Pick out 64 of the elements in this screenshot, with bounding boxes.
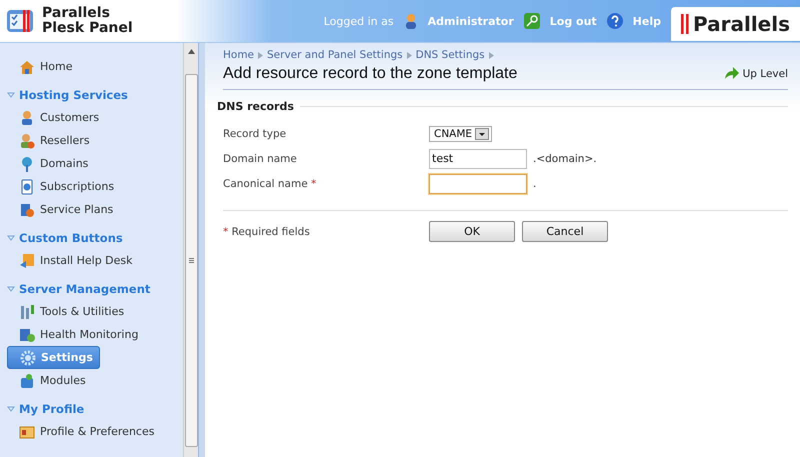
section-header[interactable]: Server Management [7,278,183,300]
sidebar-item[interactable]: Tools & Utilities [7,300,130,323]
sidebar-item[interactable]: Customers [7,106,106,129]
field-label: Canonical name * [223,178,318,190]
section-title: DNS records [217,100,294,113]
section-header[interactable]: My Profile [7,398,183,420]
form-button[interactable]: Cancel [522,221,608,242]
section-header[interactable]: Custom Buttons [7,227,183,249]
triangle-icon [488,52,494,58]
plan-icon [19,202,35,218]
required-note: * Required fields [223,226,311,238]
input-field[interactable] [429,174,527,194]
grip-icon [188,258,194,263]
arrow-icon [724,67,740,81]
globe-icon [19,156,35,172]
brand-logo: Parallels [670,7,800,41]
form-button[interactable]: OK [429,221,515,242]
caret-icon [475,128,490,140]
gear-icon [20,350,36,366]
sidebar-item[interactable]: Subscriptions [7,175,120,198]
triangle-icon [7,234,15,242]
document-icon [19,178,35,194]
house-icon [19,58,35,74]
person-icon [19,110,35,126]
sidebar-item[interactable]: Install Help Desk [7,249,139,272]
section-header[interactable]: Hosting Services [7,84,183,106]
sidebar-item[interactable]: Service Plans [7,198,120,221]
logged-in-label: Logged in as [324,14,394,28]
record-type-dropdown[interactable]: CNAME [429,126,492,142]
help-icon [606,13,623,29]
scroll-up-icon[interactable] [188,49,194,54]
sidebar-item[interactable]: Modules [7,369,92,392]
user-icon [404,13,418,29]
modules-icon [19,372,35,388]
monitor-icon [19,326,35,342]
sidebar-item[interactable]: Profile & Preferences [7,420,160,443]
field-label: Record type [223,128,288,140]
people-icon [19,132,35,148]
up-level-link[interactable]: Up Level [724,67,788,81]
key-icon [524,13,540,29]
sidebar-item[interactable]: Resellers [7,129,96,152]
field-suffix: .<domain>. [533,152,597,164]
page-title: Add resource record to the zone template [223,65,518,83]
help-desk-icon [19,252,35,268]
product-name: Plesk Panel [42,21,133,36]
breadcrumb-link[interactable]: Home [223,49,254,61]
triangle-icon [7,405,15,413]
input-field[interactable]: test [429,148,527,168]
breadcrumb-link[interactable]: Server and Panel Settings [267,49,403,61]
logo-icon [6,7,34,35]
field-label: Domain name [223,152,298,164]
triangle-icon [258,52,264,58]
triangle-icon [7,285,15,293]
scrollbar[interactable] [183,43,198,457]
sidebar-item[interactable]: Home [7,55,78,78]
triangle-icon [406,52,412,58]
tools-icon [19,304,35,320]
triangle-icon [7,91,15,99]
breadcrumb-link[interactable]: DNS Settings [416,49,485,61]
sidebar-item[interactable]: Domains [7,152,94,175]
profile-card-icon [19,424,35,440]
sidebar-item[interactable]: Health Monitoring [7,323,144,346]
product-name: Parallels [42,6,111,21]
field-suffix: . [533,178,536,190]
